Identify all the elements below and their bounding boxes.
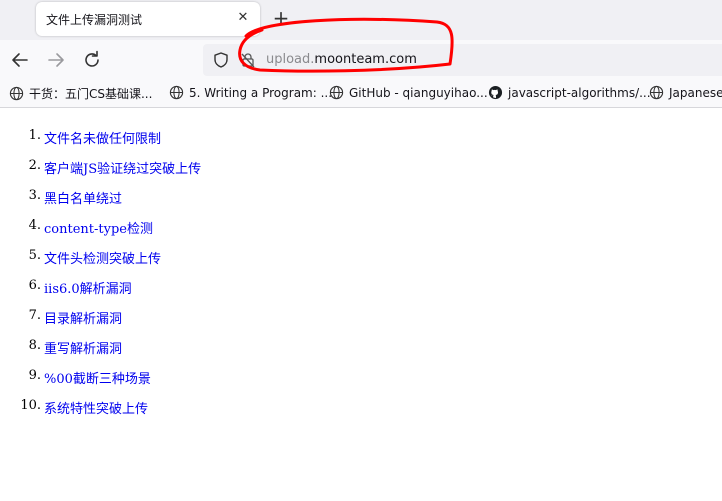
list-link[interactable]: 重写解析漏洞: [44, 338, 122, 357]
bookmark-item[interactable]: 干货：五门CS基础课...: [9, 85, 152, 103]
bookmark-label: javascript-algorithms/...: [508, 86, 651, 100]
globe-icon: [169, 85, 184, 100]
list-number: 2.: [28, 158, 41, 173]
url-subdomain: upload.: [266, 52, 315, 67]
tracking-protection-shield-icon[interactable]: [212, 51, 230, 69]
list-number: 4.: [28, 218, 41, 233]
close-tab-icon[interactable]: ✕: [234, 9, 252, 27]
list-number: 1.: [28, 128, 41, 143]
address-bar[interactable]: upload.moonteam.com: [203, 44, 722, 76]
bookmark-item[interactable]: 5. Writing a Program: ...: [169, 85, 332, 103]
navigation-toolbar: upload.moonteam.com: [0, 40, 722, 80]
list-link[interactable]: 目录解析漏洞: [44, 308, 122, 327]
list-number: 3.: [28, 188, 41, 203]
list-number: 6.: [28, 278, 41, 293]
bookmark-item[interactable]: GitHub - qianguyihao...: [329, 85, 488, 103]
bookmark-label: 干货：五门CS基础课...: [29, 87, 153, 101]
reload-icon[interactable]: [80, 48, 104, 72]
globe-icon: [329, 85, 344, 100]
new-tab-icon[interactable]: +: [271, 6, 291, 30]
tab-strip: 文件上传漏洞测试 ✕ +: [0, 0, 722, 40]
url-domain: moonteam.com: [314, 52, 417, 67]
bookmark-label: Japanese L: [669, 86, 722, 100]
list-link[interactable]: 黑白名单绕过: [44, 188, 122, 207]
list-link[interactable]: iis6.0解析漏洞: [44, 278, 132, 297]
bookmark-item[interactable]: javascript-algorithms/...: [488, 85, 651, 103]
list-link[interactable]: content-type检测: [44, 218, 153, 237]
list-link[interactable]: 系统特性突破上传: [44, 398, 148, 417]
github-icon: [488, 85, 503, 100]
insecure-lock-icon[interactable]: [239, 51, 257, 69]
list-number: 7.: [28, 308, 41, 323]
list-link[interactable]: 文件名未做任何限制: [44, 128, 161, 147]
bookmark-label: GitHub - qianguyihao...: [349, 86, 488, 100]
globe-icon: [649, 85, 664, 100]
page-content: 1. 文件名未做任何限制 2. 客户端JS验证绕过突破上传 3. 黑白名单绕过 4. c…: [0, 109, 722, 501]
list-link[interactable]: %00截断三种场景: [44, 368, 151, 387]
list-link[interactable]: 文件头检测突破上传: [44, 248, 161, 267]
url-text: upload.moonteam.com: [266, 52, 417, 67]
list-number: 9.: [28, 368, 41, 383]
forward-icon[interactable]: [44, 48, 68, 72]
bookmark-item[interactable]: Japanese L: [649, 85, 722, 103]
back-icon[interactable]: [8, 48, 32, 72]
list-number: 8.: [28, 338, 41, 353]
tab-title: 文件上传漏洞测试: [46, 13, 143, 27]
active-tab[interactable]: 文件上传漏洞测试 ✕: [36, 2, 260, 36]
bookmarks-toolbar: 干货：五门CS基础课... 5. Writing a Program: ... …: [0, 80, 722, 108]
list-number: 5.: [28, 248, 41, 263]
bookmark-label: 5. Writing a Program: ...: [189, 86, 333, 100]
list-number: 10.: [20, 398, 41, 413]
list-link[interactable]: 客户端JS验证绕过突破上传: [44, 158, 201, 177]
globe-icon: [9, 86, 24, 101]
